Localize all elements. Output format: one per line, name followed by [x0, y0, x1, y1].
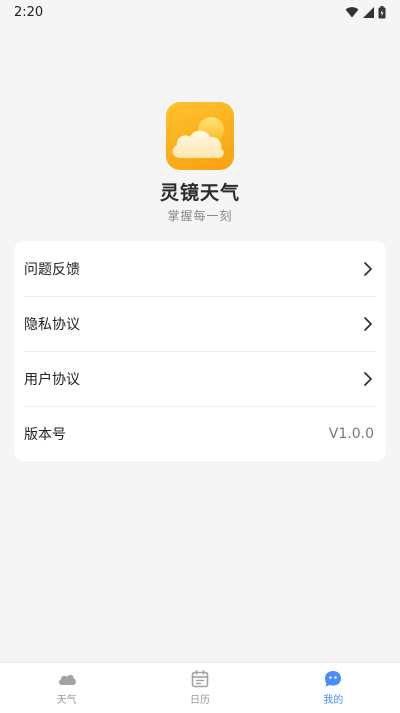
- chevron-right-icon: [364, 316, 372, 331]
- menu-item-label: 隐私协议: [24, 316, 80, 333]
- menu-item-privacy-policy[interactable]: 隐私协议: [14, 296, 386, 351]
- version-value: V1.0.0: [328, 425, 374, 442]
- status-icons: [345, 5, 386, 19]
- sun-cloud-icon: [172, 117, 224, 158]
- menu-item-feedback[interactable]: 问题反馈: [14, 241, 386, 296]
- tab-mine[interactable]: 我的: [267, 663, 400, 713]
- version-label: 版本号: [24, 426, 66, 443]
- signal-icon: [363, 6, 374, 18]
- status-bar: 2:20: [0, 0, 400, 24]
- chevron-right-icon: [364, 261, 372, 276]
- bottom-tab-bar: 天气 日历 我的: [0, 662, 400, 713]
- tab-weather[interactable]: 天气: [0, 663, 133, 713]
- tab-label: 天气: [56, 695, 77, 706]
- calendar-icon: [191, 670, 209, 688]
- status-time: 2:20: [14, 4, 44, 20]
- app-logo: [166, 102, 234, 170]
- tab-label: 日历: [189, 695, 210, 706]
- app-name: 灵镜天气: [159, 182, 240, 204]
- menu-item-label: 用户协议: [24, 371, 80, 388]
- menu-item-version: 版本号 V1.0.0: [14, 406, 386, 461]
- chevron-right-icon: [364, 371, 372, 386]
- wifi-icon: [345, 7, 359, 18]
- app-slogan: 掌握每一刻: [167, 209, 233, 223]
- cloud-icon: [58, 674, 76, 685]
- profile-chat-icon: [325, 671, 342, 687]
- tab-label: 我的: [323, 695, 344, 706]
- menu-item-user-agreement[interactable]: 用户协议: [14, 351, 386, 406]
- battery-icon: [378, 5, 386, 18]
- menu-item-label: 问题反馈: [24, 261, 80, 278]
- settings-menu: 问题反馈 隐私协议 用户协议 版本号 V1.0.0: [14, 241, 386, 461]
- tab-calendar[interactable]: 日历: [133, 663, 266, 713]
